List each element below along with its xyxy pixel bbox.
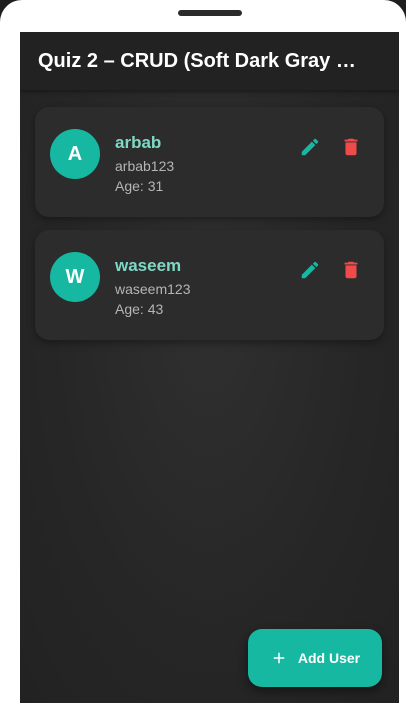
- delete-icon: [344, 261, 358, 279]
- user-username: arbab123: [115, 158, 175, 174]
- user-list: A arbab arbab123 Age: 31 W waseem waseem…: [20, 90, 399, 340]
- user-name: arbab: [115, 133, 162, 152]
- avatar-initial: W: [65, 265, 85, 288]
- delete-button[interactable]: [340, 136, 362, 158]
- user-info: waseem waseem123 Age: 43: [115, 256, 191, 319]
- edit-icon: [301, 261, 319, 279]
- user-info: arbab arbab123 Age: 31: [115, 133, 174, 196]
- user-username: waseem123: [115, 281, 191, 297]
- user-card[interactable]: W waseem waseem123 Age: 43: [35, 230, 384, 340]
- phone-frame: Quiz 2 – CRUD (Soft Dark Gray … A arbab …: [0, 0, 406, 725]
- app-title: Quiz 2 – CRUD (Soft Dark Gray …: [38, 49, 356, 72]
- app-screen: Quiz 2 – CRUD (Soft Dark Gray … A arbab …: [20, 32, 399, 703]
- add-user-label: Add User: [297, 650, 361, 666]
- user-card[interactable]: A arbab arbab123 Age: 31: [35, 107, 384, 217]
- card-actions: [299, 259, 362, 281]
- avatar-initial: A: [67, 142, 83, 165]
- edit-button[interactable]: [299, 136, 321, 158]
- edit-button[interactable]: [299, 259, 321, 281]
- plus-icon: [273, 652, 285, 664]
- user-age: Age: 43: [115, 301, 164, 317]
- phone-notch: [178, 10, 242, 16]
- user-age: Age: 31: [115, 178, 164, 194]
- add-user-button[interactable]: Add User: [248, 629, 382, 687]
- delete-button[interactable]: [340, 259, 362, 281]
- edit-icon: [301, 138, 319, 156]
- user-name: waseem: [115, 256, 182, 275]
- app-bar: Quiz 2 – CRUD (Soft Dark Gray …: [20, 32, 399, 90]
- delete-icon: [344, 138, 358, 156]
- avatar: W: [50, 252, 100, 302]
- card-actions: [299, 136, 362, 158]
- avatar: A: [50, 129, 100, 179]
